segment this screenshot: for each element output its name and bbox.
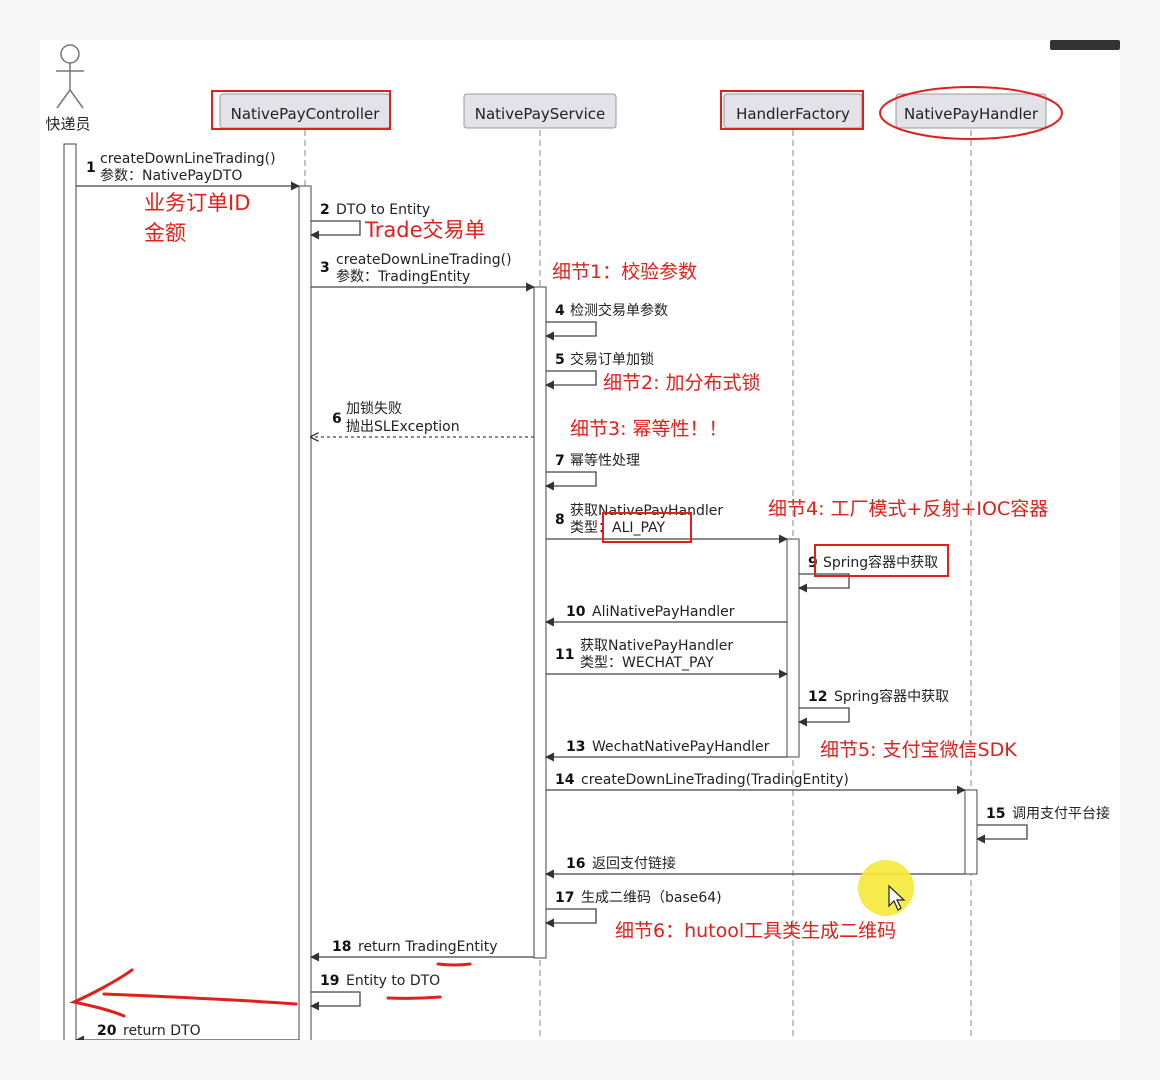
underline-entity-to-dto (386, 995, 442, 1000)
msg-16-number: 16 (566, 856, 585, 872)
msg-11-sublabel: 类型：WECHAT_PAY (580, 655, 714, 671)
msg-1-number: 1 (86, 160, 96, 176)
msg-3-number: 3 (320, 260, 330, 276)
msg-14-number: 14 (555, 772, 575, 788)
msg-6-sublabel: 抛出SLException (346, 419, 460, 435)
msg-15-arrow (976, 824, 1028, 844)
msg-7-label: 幂等性处理 (570, 452, 640, 469)
msg-17-number: 17 (555, 890, 574, 906)
actor-label: 快递员 (45, 115, 90, 133)
msg-2-label: DTO to Entity (336, 202, 430, 218)
sequence-diagram: 快递员 NativePayController NativePayService… (45, 40, 1120, 1040)
msg-6-label: 加锁失败 (346, 401, 402, 417)
msg-14-label: createDownLineTrading(TradingEntity) (581, 772, 849, 788)
msg-19-label: Entity to DTO (346, 973, 440, 989)
msg-9-number: 9 (808, 555, 818, 571)
activation-ctrl (298, 185, 312, 1040)
msg-3-label: createDownLineTrading() (336, 252, 512, 268)
msg-1-label: createDownLineTrading() (100, 151, 276, 167)
toolbar-widget (1050, 40, 1120, 50)
msg-6-number: 6 (332, 411, 342, 427)
annotation-detail-3: 细节3: 幂等性！！ (570, 418, 728, 440)
msg-13-number: 13 (566, 739, 585, 755)
msg-12-arrow (798, 707, 850, 727)
msg-17-arrow (545, 908, 597, 928)
msg-13-label: WechatNativePayHandler (592, 739, 770, 755)
actor-figure (56, 44, 84, 109)
msg-17-label: 生成二维码（base64) (581, 890, 722, 906)
msg-7-number: 7 (555, 453, 565, 469)
msg-19-arrow (310, 991, 361, 1011)
msg-11-label: 获取NativePayHandler (580, 638, 733, 654)
msg-15-number: 15 (986, 806, 1005, 822)
annotation-trade: Trade交易单 (364, 218, 486, 242)
activation-hdl (964, 789, 978, 875)
msg-8-label: 获取NativePayHandler (570, 503, 723, 519)
msg-5-number: 5 (555, 352, 565, 368)
msg-3-sublabel: 参数：TradingEntity (336, 268, 470, 285)
msg-12-label: Spring容器中获取 (834, 688, 949, 705)
annotation-detail-6: 细节6：hutool工具类生成二维码 (615, 920, 896, 942)
annotation-detail-1: 细节1：校验参数 (552, 261, 697, 283)
msg-8-number: 8 (555, 512, 565, 528)
activation-actor (63, 143, 77, 1040)
msg-11-number: 11 (555, 647, 574, 663)
participant-fac-label: HandlerFactory (736, 105, 850, 123)
underline-trading-entity (436, 962, 472, 967)
msg-5-arrow (545, 370, 597, 390)
msg-15-label: 调用支付平台接 (1012, 805, 1110, 822)
msg-2-number: 2 (320, 202, 330, 218)
cursor-highlight (858, 860, 914, 916)
msg-4-arrow (545, 321, 597, 341)
annotation-detail-4: 细节4: 工厂模式+反射+IOC容器 (768, 498, 1048, 520)
participant-ctrl-label: NativePayController (231, 105, 381, 123)
msg-2-arrow (310, 220, 361, 240)
msg-4-number: 4 (555, 303, 565, 319)
annotation-order-id: 业务订单ID (144, 191, 250, 215)
msg-1-sublabel: 参数：NativePayDTO (100, 167, 242, 184)
annotation-detail-5: 细节5: 支付宝微信SDK (820, 739, 1017, 761)
participant-svc-label: NativePayService (475, 105, 605, 123)
msg-5-label: 交易订单加锁 (570, 351, 654, 368)
red-arrow-shaft (102, 992, 298, 1006)
activation-fac (786, 538, 800, 758)
msg-18-number: 18 (332, 939, 351, 955)
msg-16-label: 返回支付链接 (592, 855, 676, 872)
msg-18-label: return TradingEntity (358, 939, 498, 955)
annotation-amount: 金额 (144, 221, 186, 245)
msg-7-arrow (545, 471, 597, 491)
msg-9-label: Spring容器中获取 (823, 554, 938, 571)
participant-hdl-label: NativePayHandler (904, 105, 1039, 123)
msg-20-label: return DTO (123, 1023, 201, 1039)
activation-svc (533, 286, 547, 959)
msg-19-number: 19 (320, 973, 339, 989)
msg-10-number: 10 (566, 604, 586, 620)
annotation-detail-2: 细节2: 加分布式锁 (603, 372, 761, 394)
diagram-canvas: 快递员 NativePayController NativePayService… (40, 40, 1120, 1040)
msg-8-sublabel: 类型：ALI_PAY (570, 520, 666, 536)
msg-20-number: 20 (97, 1023, 117, 1039)
msg-12-number: 12 (808, 689, 827, 705)
msg-10-label: AliNativePayHandler (592, 604, 735, 620)
msg-4-label: 检测交易单参数 (570, 302, 668, 319)
